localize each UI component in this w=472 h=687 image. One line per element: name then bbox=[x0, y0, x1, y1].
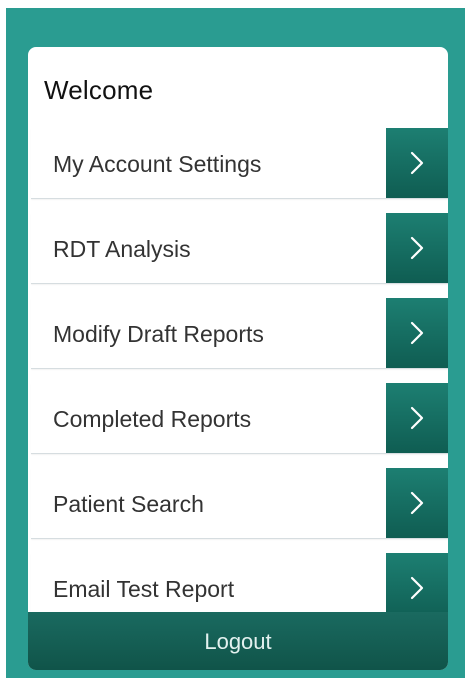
menu-item-rdt-analysis[interactable]: RDT Analysis bbox=[31, 213, 448, 284]
menu-item-modify-draft-reports[interactable]: Modify Draft Reports bbox=[31, 298, 448, 369]
chevron-right-icon[interactable] bbox=[386, 128, 448, 198]
menu-item-label: Modify Draft Reports bbox=[53, 321, 264, 347]
chevron-right-icon[interactable] bbox=[386, 468, 448, 538]
menu-item-label: My Account Settings bbox=[53, 151, 262, 177]
menu-item-label: RDT Analysis bbox=[53, 236, 191, 262]
menu-item-label: Patient Search bbox=[53, 491, 204, 517]
menu-item-my-account-settings[interactable]: My Account Settings bbox=[31, 128, 448, 199]
menu-panel: Welcome My Account Settings RDT Analysis… bbox=[28, 47, 448, 670]
chevron-right-icon[interactable] bbox=[386, 383, 448, 453]
main-menu: My Account Settings RDT Analysis Modify … bbox=[31, 128, 448, 624]
chevron-right-icon[interactable] bbox=[386, 298, 448, 368]
welcome-heading: Welcome bbox=[44, 75, 154, 105]
menu-item-patient-search[interactable]: Patient Search bbox=[31, 468, 448, 539]
menu-item-label: Completed Reports bbox=[53, 406, 252, 432]
app-frame: Welcome My Account Settings RDT Analysis… bbox=[6, 8, 465, 678]
chevron-right-icon[interactable] bbox=[386, 213, 448, 283]
logout-button[interactable]: Logout bbox=[28, 612, 448, 670]
menu-item-completed-reports[interactable]: Completed Reports bbox=[31, 383, 448, 454]
